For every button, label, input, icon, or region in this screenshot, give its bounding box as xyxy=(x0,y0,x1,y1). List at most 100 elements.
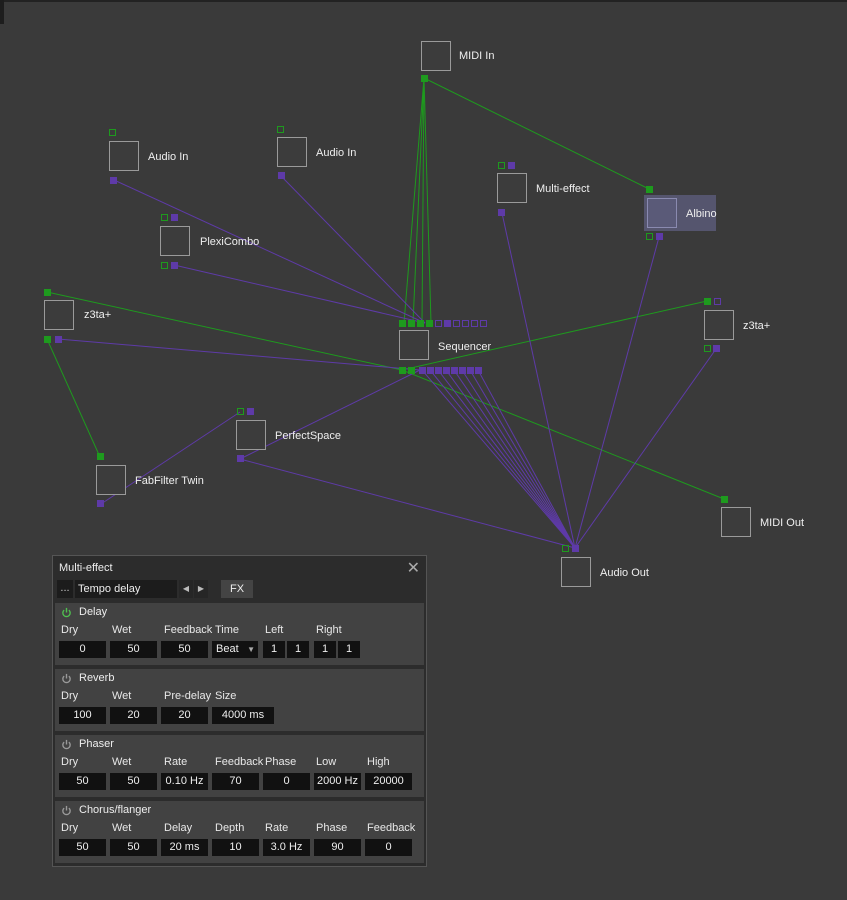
audio-port[interactable] xyxy=(480,320,487,327)
audio-port[interactable] xyxy=(435,367,442,374)
audio-port[interactable] xyxy=(453,320,460,327)
midi-port[interactable] xyxy=(399,367,406,374)
midi-port[interactable] xyxy=(161,214,168,221)
audio-port[interactable] xyxy=(443,367,450,374)
phaser-rate-field[interactable]: 0.10 Hz xyxy=(161,773,208,790)
node-midi-in[interactable] xyxy=(421,41,451,71)
midi-port[interactable] xyxy=(97,453,104,460)
delay-time-select[interactable]: Beat ▼ xyxy=(212,641,258,658)
audio-port[interactable] xyxy=(713,345,720,352)
audio-port[interactable] xyxy=(498,209,505,216)
chorus-wet-field[interactable]: 50 xyxy=(110,839,157,856)
power-icon[interactable] xyxy=(61,607,72,618)
audio-port[interactable] xyxy=(435,320,442,327)
midi-port[interactable] xyxy=(399,320,406,327)
delay-left-denominator[interactable]: 1 xyxy=(287,641,309,658)
audio-port[interactable] xyxy=(427,367,434,374)
midi-port[interactable] xyxy=(426,320,433,327)
chorus-phase-field[interactable]: 90 xyxy=(314,839,361,856)
node-plexicombo[interactable] xyxy=(160,226,190,256)
phaser-high-field[interactable]: 20000 Hz xyxy=(365,773,412,790)
audio-port[interactable] xyxy=(451,367,458,374)
phaser-wet-field[interactable]: 50 xyxy=(110,773,157,790)
audio-port[interactable] xyxy=(572,545,579,552)
audio-port[interactable] xyxy=(444,320,451,327)
chorus-depth-field[interactable]: 10 xyxy=(212,839,259,856)
delay-dry-field[interactable]: 0 xyxy=(59,641,106,658)
node-albino[interactable] xyxy=(647,198,677,228)
audio-port[interactable] xyxy=(467,367,474,374)
audio-port[interactable] xyxy=(55,336,62,343)
audio-port[interactable] xyxy=(656,233,663,240)
midi-port[interactable] xyxy=(421,75,428,82)
midi-port[interactable] xyxy=(704,345,711,352)
audio-port[interactable] xyxy=(475,367,482,374)
node-audio-in-1[interactable] xyxy=(109,141,139,171)
preset-menu-button[interactable]: ... xyxy=(57,580,73,598)
audio-port[interactable] xyxy=(508,162,515,169)
midi-port[interactable] xyxy=(408,320,415,327)
midi-port[interactable] xyxy=(417,320,424,327)
power-icon[interactable] xyxy=(61,805,72,816)
node-multi-effect[interactable] xyxy=(497,173,527,203)
phaser-feedback-field[interactable]: 70 xyxy=(212,773,259,790)
midi-port[interactable] xyxy=(161,262,168,269)
audio-port[interactable] xyxy=(714,298,721,305)
audio-port[interactable] xyxy=(419,367,426,374)
audio-port[interactable] xyxy=(459,367,466,374)
delay-right-numerator[interactable]: 1 xyxy=(314,641,336,658)
phaser-low-field[interactable]: 2000 Hz xyxy=(314,773,361,790)
reverb-wet-field[interactable]: 20 xyxy=(110,707,157,724)
midi-port[interactable] xyxy=(408,367,415,374)
midi-port[interactable] xyxy=(498,162,505,169)
reverb-dry-field[interactable]: 100 xyxy=(59,707,106,724)
node-midi-out[interactable] xyxy=(721,507,751,537)
midi-port[interactable] xyxy=(277,126,284,133)
chorus-dry-field[interactable]: 50 xyxy=(59,839,106,856)
audio-port[interactable] xyxy=(278,172,285,179)
delay-left-numerator[interactable]: 1 xyxy=(263,641,285,658)
audio-port[interactable] xyxy=(462,320,469,327)
midi-port[interactable] xyxy=(562,545,569,552)
node-z3ta-right[interactable] xyxy=(704,310,734,340)
audio-port[interactable] xyxy=(237,455,244,462)
midi-port[interactable] xyxy=(646,186,653,193)
audio-port[interactable] xyxy=(97,500,104,507)
reverb-predelay-field[interactable]: 20 xyxy=(161,707,208,724)
node-sequencer[interactable] xyxy=(399,330,429,360)
audio-port[interactable] xyxy=(171,262,178,269)
midi-port[interactable] xyxy=(44,336,51,343)
preset-name-field[interactable]: Tempo delay xyxy=(75,580,177,598)
preset-prev-icon[interactable]: ◀ xyxy=(179,580,193,598)
delay-feedback-field[interactable]: 50 xyxy=(161,641,208,658)
node-perfectspace[interactable] xyxy=(236,420,266,450)
chorus-rate-field[interactable]: 3.0 Hz xyxy=(263,839,310,856)
power-icon[interactable] xyxy=(61,739,72,750)
midi-port[interactable] xyxy=(44,289,51,296)
node-audio-out[interactable] xyxy=(561,557,591,587)
midi-port[interactable] xyxy=(646,233,653,240)
midi-port[interactable] xyxy=(109,129,116,136)
fx-button[interactable]: FX xyxy=(221,580,253,598)
midi-port[interactable] xyxy=(721,496,728,503)
midi-port[interactable] xyxy=(237,408,244,415)
node-audio-in-2[interactable] xyxy=(277,137,307,167)
audio-port[interactable] xyxy=(110,177,117,184)
audio-port[interactable] xyxy=(247,408,254,415)
delay-wet-field[interactable]: 50 xyxy=(110,641,157,658)
close-icon[interactable]: ✕ xyxy=(407,558,420,578)
node-z3ta-left[interactable] xyxy=(44,300,74,330)
audio-port[interactable] xyxy=(171,214,178,221)
midi-port[interactable] xyxy=(704,298,711,305)
audio-port[interactable] xyxy=(471,320,478,327)
label-chorus-feedback: Feedback xyxy=(367,822,416,834)
phaser-phase-field[interactable]: 0 xyxy=(263,773,310,790)
power-icon[interactable] xyxy=(61,673,72,684)
preset-next-icon[interactable]: ▶ xyxy=(194,580,208,598)
chorus-feedback-field[interactable]: 0 xyxy=(365,839,412,856)
phaser-dry-field[interactable]: 50 xyxy=(59,773,106,790)
reverb-size-field[interactable]: 4000 ms xyxy=(212,707,274,724)
node-fabfilter-twin[interactable] xyxy=(96,465,126,495)
delay-right-denominator[interactable]: 1 xyxy=(338,641,360,658)
chorus-delay-field[interactable]: 20 ms xyxy=(161,839,208,856)
